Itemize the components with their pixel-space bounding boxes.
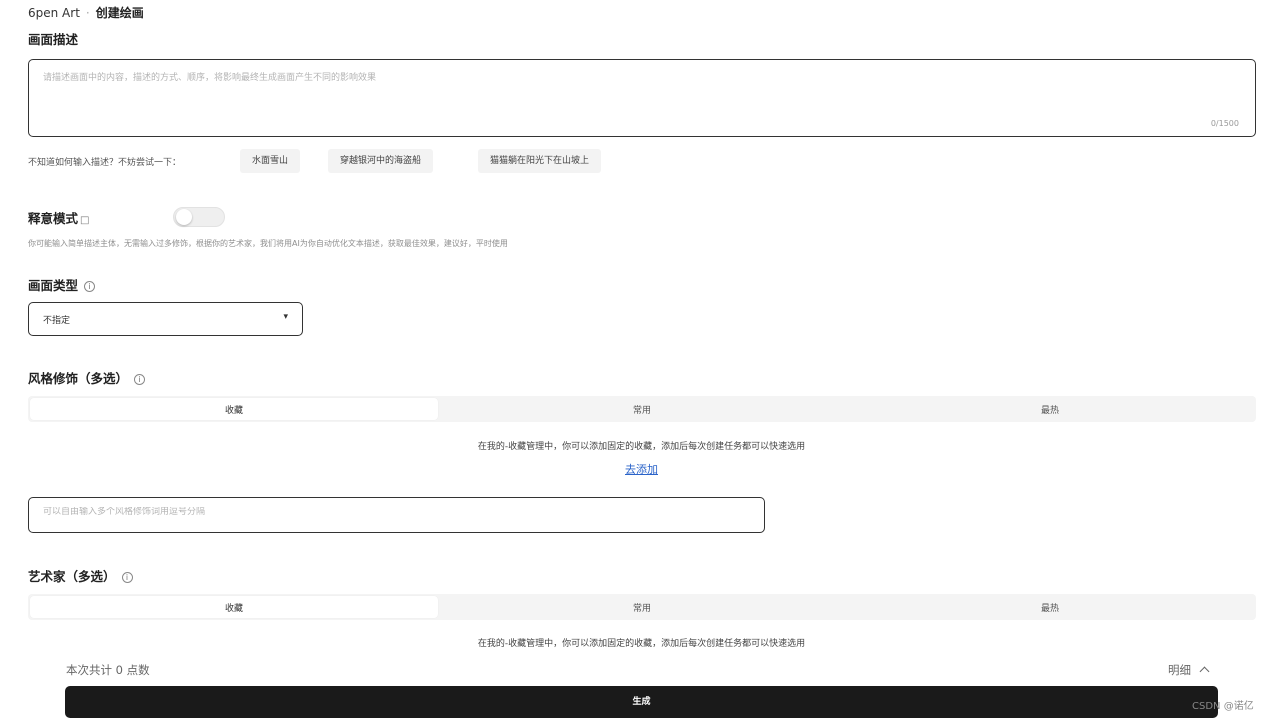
tab-favorites[interactable]: 收藏 [30, 596, 438, 618]
style-title: 风格修饰（多选） i [28, 368, 146, 387]
generate-button[interactable]: 生成 [65, 686, 1218, 718]
style-input[interactable] [43, 507, 743, 517]
char-count: 0/1500 [1210, 119, 1239, 128]
detail-label: 明细 [1168, 663, 1191, 677]
style-input-field[interactable] [28, 497, 765, 533]
breadcrumb-current: 创建绘画 [95, 6, 144, 20]
picture-type-select[interactable]: 不指定 ▾ [28, 302, 303, 336]
artist-favorites-hint: 在我的-收藏管理中，你可以添加固定的收藏，添加后每次创建任务都可以快速选用 [477, 639, 806, 649]
detail-toggle[interactable]: 明细 [1168, 662, 1210, 678]
tab-favorites[interactable]: 收藏 [30, 398, 438, 420]
artist-title-label: 艺术家（多选） [28, 569, 116, 584]
description-textarea[interactable] [43, 70, 1233, 110]
add-favorite-link-label[interactable]: 去添加 [625, 463, 658, 476]
mode-info-icon: □ [80, 215, 90, 226]
artist-tabs: 收藏 常用 最热 [28, 594, 1256, 620]
style-title-label: 风格修饰（多选） [28, 371, 129, 386]
cost-summary: 本次共计 0 点数 [66, 663, 150, 677]
artist-title: 艺术家（多选） i [28, 566, 133, 585]
suggestion-chip[interactable]: 穿越银河中的海盗船 [328, 149, 434, 173]
info-icon[interactable]: i [84, 281, 96, 292]
tab-hottest[interactable]: 最热 [846, 398, 1254, 420]
info-icon[interactable]: i [134, 374, 146, 385]
chevron-up-icon [1199, 666, 1210, 677]
description-title: 画面描述 [28, 32, 79, 47]
description-field[interactable]: 0/1500 [28, 59, 1256, 137]
suggestion-chip[interactable]: 水面雪山 [240, 149, 301, 173]
mode-toggle[interactable] [173, 207, 225, 227]
picture-type-value: 不指定 [43, 316, 71, 326]
picture-type-title-label: 画面类型 [28, 278, 79, 293]
style-favorites-hint: 在我的-收藏管理中，你可以添加固定的收藏，添加后每次创建任务都可以快速选用 [477, 442, 806, 452]
info-icon[interactable]: i [121, 572, 133, 583]
breadcrumb-root[interactable]: 6pen Art [28, 6, 80, 20]
picture-type-title: 画面类型 i [28, 275, 96, 294]
watermark: CSDN @诺亿 [1192, 701, 1254, 712]
toggle-knob [176, 209, 192, 225]
breadcrumb-separator: · [85, 6, 90, 20]
mode-title-label: 释意模式 [28, 211, 79, 226]
breadcrumb: 6pen Art · 创建绘画 [28, 4, 144, 21]
style-tabs: 收藏 常用 最热 [28, 396, 1256, 422]
tab-common[interactable]: 常用 [438, 596, 846, 618]
suggestion-label: 不知道如何输入描述？不妨尝试一下： [28, 158, 182, 168]
add-favorite-link[interactable]: 去添加 [0, 461, 1277, 477]
chevron-down-icon: ▾ [283, 312, 288, 322]
tab-hottest[interactable]: 最热 [846, 596, 1254, 618]
mode-title: 释意模式 □ [28, 208, 89, 227]
mode-hint: 你可能输入简单描述主体，无需输入过多修饰，根据你的艺术家，我们将用AI为你自动优… [28, 239, 508, 248]
tab-common[interactable]: 常用 [438, 398, 846, 420]
suggestion-chip[interactable]: 猫猫躺在阳光下在山坡上 [478, 149, 602, 173]
